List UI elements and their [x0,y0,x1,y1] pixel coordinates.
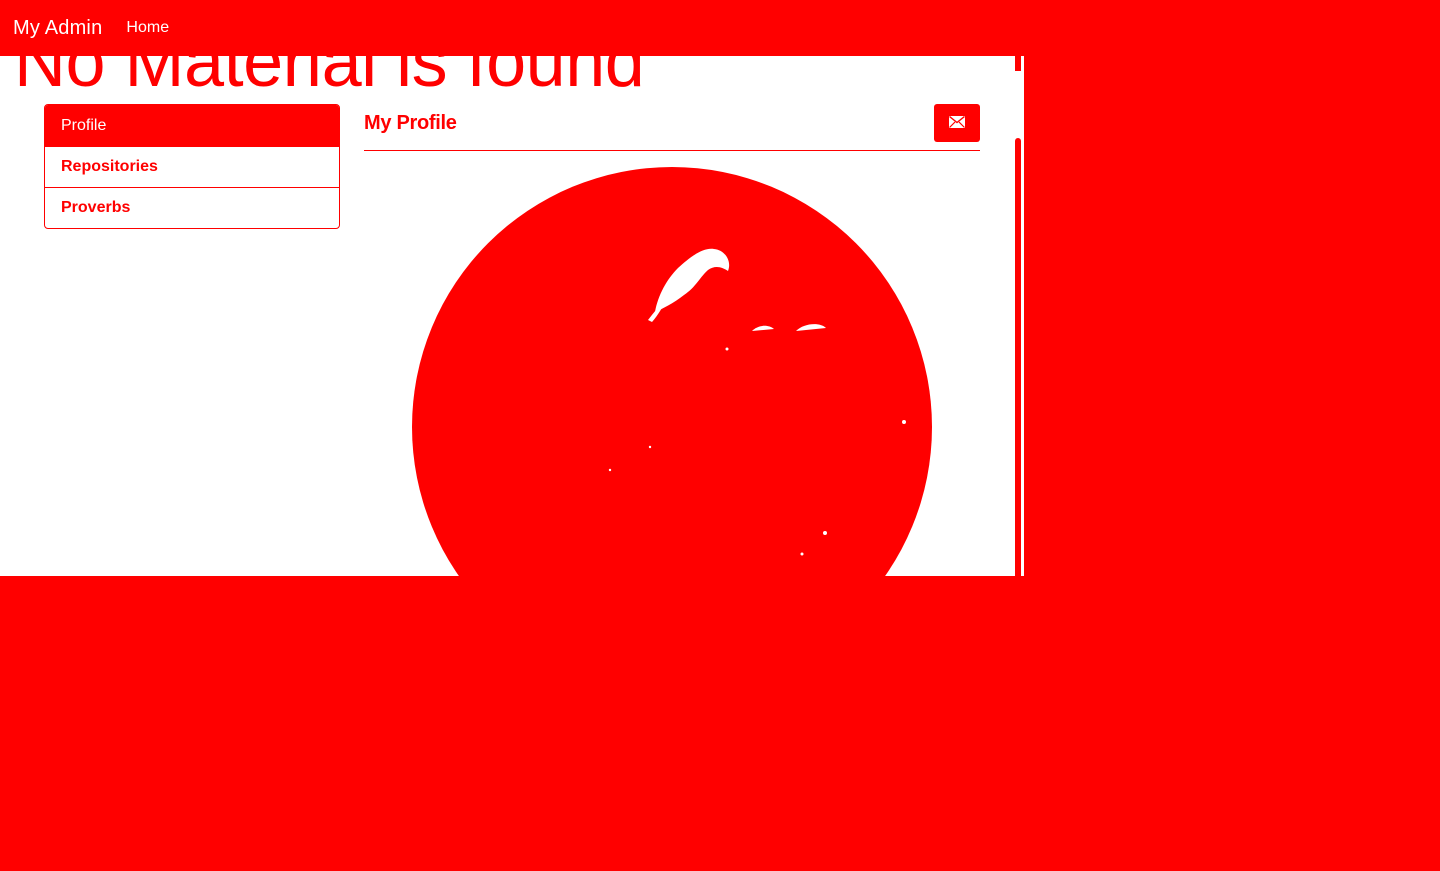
scrollbar-up-arrow[interactable] [1015,56,1021,71]
top-navbar: My Admin Home [0,0,1440,56]
profile-avatar [412,167,932,576]
brand-link[interactable]: My Admin [13,17,102,40]
profile-title: My Profile [364,112,457,134]
nav-link-home[interactable]: Home [126,19,169,37]
scrollbar-thumb[interactable] [1015,138,1021,578]
page-viewport: No Material is found Profile Repositorie… [0,0,1024,576]
avatar-image [608,248,906,556]
envelope-icon [949,115,965,131]
sidebar-item-profile[interactable]: Profile [45,105,339,146]
profile-header: My Profile [364,104,980,151]
sidebar-menu: Profile Repositories Proverbs [44,104,340,229]
sidebar-item-proverbs[interactable]: Proverbs [45,187,339,228]
send-mail-button[interactable] [934,104,980,142]
sidebar-item-repositories[interactable]: Repositories [45,146,339,187]
